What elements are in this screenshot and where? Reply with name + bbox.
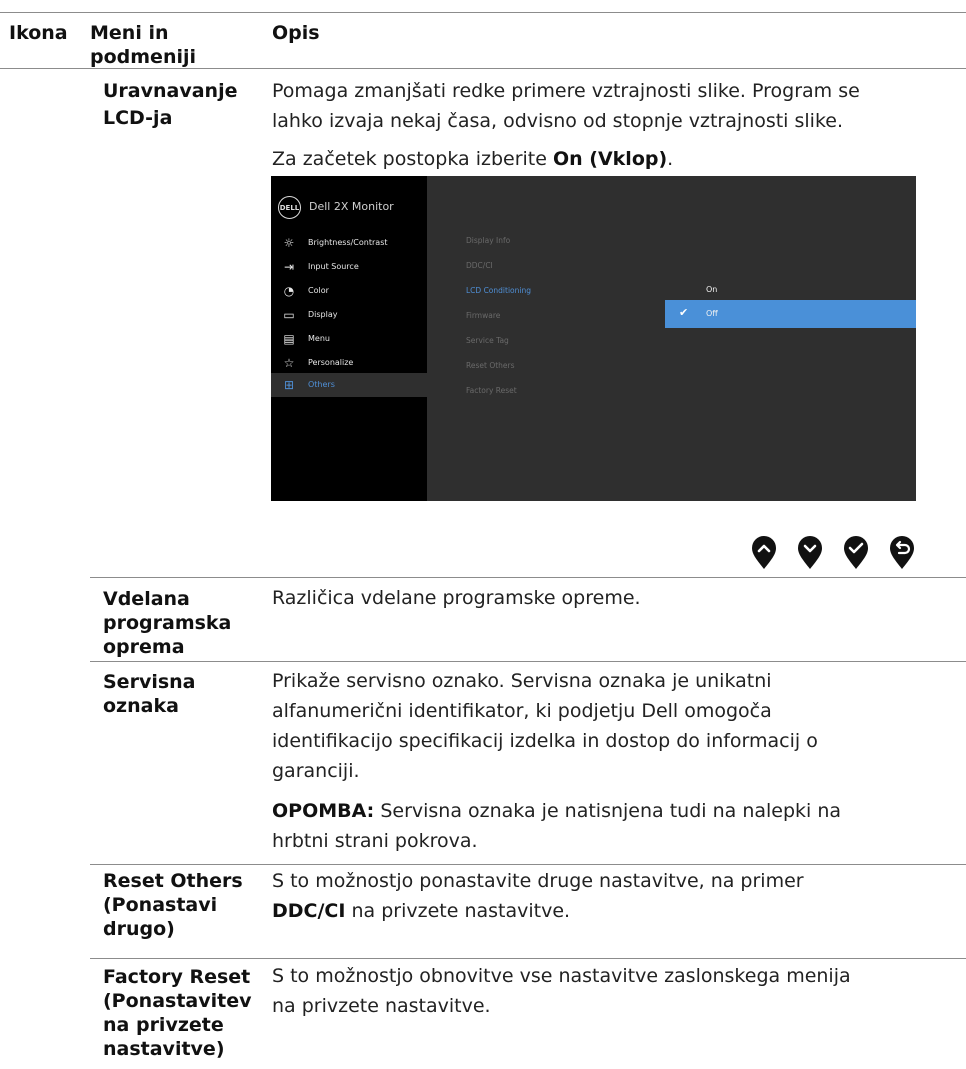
osd-submenu-firmware: Firmware	[466, 311, 501, 320]
instruction-text: Za začetek postopka izberite	[272, 148, 553, 170]
star-icon: ☆	[283, 356, 295, 370]
osd-option-label: Off	[706, 309, 718, 318]
menu-line: Factory Reset	[103, 966, 251, 988]
menu-line: Uravnavanje	[103, 80, 238, 102]
osd-item-label: Display	[308, 310, 338, 319]
description-line: na privzete nastavitve.	[272, 995, 491, 1017]
column-header-menu: Meni in podmeniji	[90, 21, 196, 69]
description-line: S to možnostjo ponastavite druge nastavi…	[272, 870, 804, 892]
down-button-icon	[798, 536, 822, 569]
input-icon: ⇥	[283, 260, 295, 274]
menu-item-lcd-conditioning: Uravnavanje LCD-ja	[103, 79, 263, 130]
osd-option-off: ✔ Off	[665, 300, 916, 328]
osd-item-label: Others	[308, 380, 335, 389]
osd-submenu-ddc-ci: DDC/CI	[466, 261, 493, 270]
description-line: S to možnostjo obnovitve vse nastavitve …	[272, 965, 851, 987]
monitor-icon: ▭	[283, 308, 295, 322]
menu-line: Servisna	[103, 671, 196, 693]
osd-title: Dell 2X Monitor	[309, 200, 394, 213]
menu-line: Reset Others	[103, 870, 243, 892]
description-line: Prikaže servisno oznako. Servisna oznaka…	[272, 670, 772, 692]
sun-icon: ☼	[283, 236, 295, 250]
osd-item-label: Menu	[308, 334, 330, 343]
sliders-icon: ⊞	[283, 378, 295, 392]
osd-item-brightness-contrast: ☼ Brightness/Contrast	[271, 231, 427, 255]
osd-item-others: ⊞ Others	[271, 373, 427, 397]
dell-logo: DELL	[278, 196, 301, 219]
note-text: Servisna oznaka je natisnjena tudi na na…	[374, 800, 842, 822]
description-line: alfanumerični identifikator, ki podjetju…	[272, 700, 772, 722]
note-label: OPOMBA:	[272, 800, 375, 822]
description-line: DDC/CI na privzete nastavitve.	[272, 896, 952, 926]
palette-icon: ◔	[283, 284, 295, 298]
menu-item-service-tag: Servisna oznaka	[103, 670, 263, 718]
osd-submenu-display-info: Display Info	[466, 236, 511, 245]
menu-item-reset-others: Reset Others (Ponastavi drugo)	[103, 869, 263, 941]
osd-submenu-reset-others: Reset Others	[466, 361, 515, 370]
menu-line: drugo)	[103, 918, 175, 940]
osd-submenu-lcd-conditioning: LCD Conditioning	[466, 286, 531, 295]
column-header-description: Opis	[272, 22, 320, 44]
osd-item-personalize: ☆ Personalize	[271, 351, 427, 375]
instruction-suffix: .	[667, 148, 674, 170]
menu-line: LCD-ja	[103, 107, 173, 129]
column-header-icon: Ikona	[9, 22, 68, 44]
menu-icon: ▤	[283, 332, 295, 346]
menu-line: (Ponastavi	[103, 894, 218, 916]
check-button-icon	[844, 536, 868, 569]
osd-item-color: ◔ Color	[271, 279, 427, 303]
note-line: OPOMBA: Servisna oznaka je natisnjena tu…	[272, 796, 952, 826]
description-factory-reset: S to možnostjo obnovitve vse nastavitve …	[272, 961, 952, 1021]
osd-item-label: Personalize	[308, 358, 354, 367]
menu-item-factory-reset: Factory Reset (Ponastavitev na privzete …	[103, 965, 263, 1061]
menu-line: nastavitve)	[103, 1038, 225, 1060]
description-service-tag: Prikaže servisno oznako. Servisna oznaka…	[272, 666, 952, 856]
menu-line: oznaka	[103, 695, 179, 717]
osd-submenu-factory-reset: Factory Reset	[466, 386, 517, 395]
column-header-menu-line2: podmeniji	[90, 46, 197, 68]
description-reset-others: S to možnostjo ponastavite druge nastavi…	[272, 866, 952, 926]
description-line: Pomaga zmanjšati redke primere vztrajnos…	[272, 80, 860, 102]
osd-item-label: Brightness/Contrast	[308, 238, 388, 247]
menu-line: (Ponastavitev	[103, 990, 252, 1012]
up-button-icon	[752, 536, 776, 569]
menu-line: oprema	[103, 636, 185, 658]
column-header-menu-line1: Meni in	[90, 22, 169, 44]
osd-item-label: Input Source	[308, 262, 359, 271]
menu-line: na privzete	[103, 1014, 224, 1036]
menu-item-firmware: Vdelana programska oprema	[103, 587, 263, 659]
osd-screenshot: DELL Dell 2X Monitor ☼ Brightness/Contra…	[271, 176, 916, 501]
description-line: garanciji.	[272, 760, 360, 782]
osd-submenu-service-tag: Service Tag	[466, 336, 509, 345]
description-text: na privzete nastavitve.	[345, 900, 571, 922]
instruction-line: Za začetek postopka izberite On (Vklop).	[272, 144, 952, 174]
menu-line: Vdelana	[103, 588, 190, 610]
osd-item-menu: ▤ Menu	[271, 327, 427, 351]
menu-line: programska	[103, 612, 232, 634]
osd-item-input-source: ⇥ Input Source	[271, 255, 427, 279]
check-icon: ✔	[679, 306, 689, 319]
osd-option-label: On	[706, 285, 718, 294]
description-lcd-conditioning: Pomaga zmanjšati redke primere vztrajnos…	[272, 76, 952, 174]
back-button-icon	[890, 536, 914, 569]
note-line: hrbtni strani pokrova.	[272, 830, 478, 852]
osd-main-menu: DELL Dell 2X Monitor ☼ Brightness/Contra…	[271, 176, 427, 501]
instruction-bold: On (Vklop)	[552, 148, 668, 170]
osd-item-label: Color	[308, 286, 329, 295]
description-line: Različica vdelane programske opreme.	[272, 587, 641, 609]
ddc-ci-bold: DDC/CI	[272, 900, 346, 922]
description-firmware: Različica vdelane programske opreme.	[272, 583, 952, 613]
description-line: identifikacijo specifikacij izdelka in d…	[272, 730, 818, 752]
osd-item-display: ▭ Display	[271, 303, 427, 327]
description-line: lahko izvaja nekaj časa, odvisno od stop…	[272, 110, 843, 132]
